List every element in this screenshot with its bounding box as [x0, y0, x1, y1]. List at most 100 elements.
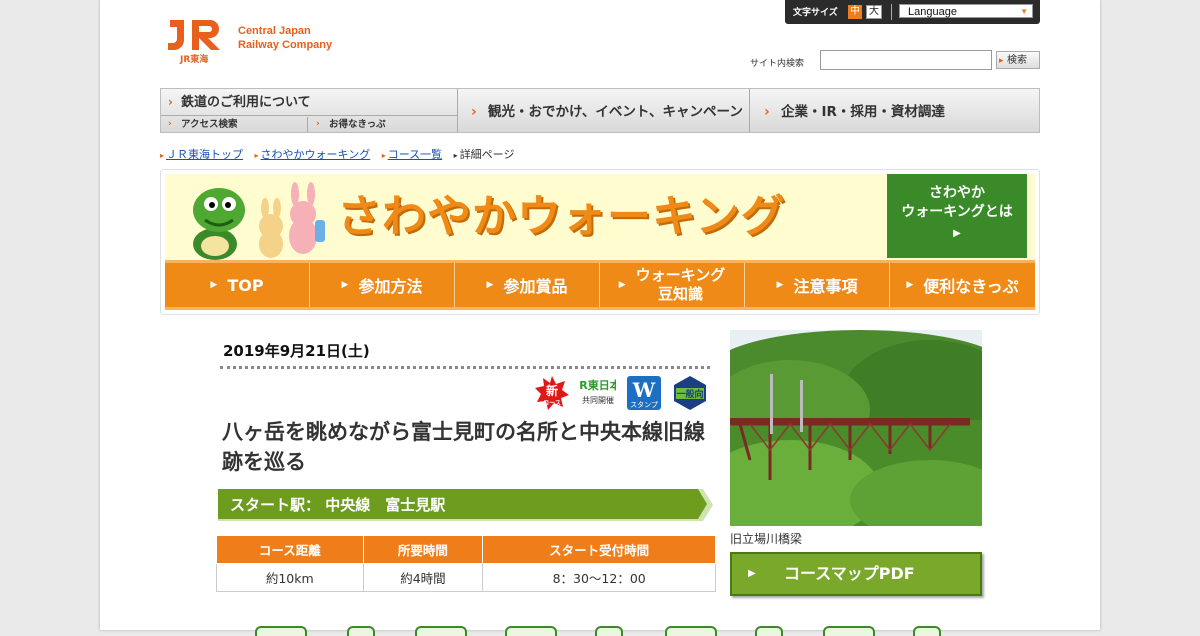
triangle-right-icon: ▶	[906, 280, 914, 290]
start-station-bar: スタート駅： 中央線 富士見駅	[218, 489, 713, 521]
tab-notes[interactable]: ▶ 注意事項	[745, 263, 890, 307]
header-distance: コース距離	[216, 535, 364, 564]
nav-access-search[interactable]: › アクセス検索	[161, 117, 308, 132]
logo-company-name: Central Japan Railway Company	[238, 24, 332, 52]
chevron-right-icon: ›	[168, 119, 172, 129]
svg-text:スタンプ: スタンプ	[630, 400, 658, 409]
breadcrumb-current: 詳細ページ	[459, 148, 515, 161]
divider	[891, 4, 892, 20]
tab-prizes[interactable]: ▶ 参加賞品	[455, 263, 600, 307]
svg-text:W: W	[632, 378, 656, 402]
global-nav: › 鉄道のご利用について › アクセス検索 › お得なきっぷ › 観光・おでかけ…	[160, 88, 1040, 133]
triangle-right-icon: ▶	[486, 280, 494, 290]
table-header-row: コース距離 所要時間 スタート受付時間	[216, 535, 716, 564]
triangle-right-icon: ▶	[953, 228, 961, 239]
tab-tickets[interactable]: ▶ 便利なきっぷ	[890, 263, 1035, 307]
walking-banner: さわやかウォーキング さわやか ウォーキングとは ▶ ▶ TOP ▶ 参加方法 ▶ 参…	[160, 169, 1040, 315]
chevron-right-icon: ›	[471, 104, 477, 120]
search-button[interactable]: 検索	[996, 51, 1040, 70]
banner-title: さわやかウォーキング	[337, 191, 786, 242]
arrow-icon: ▸	[453, 151, 458, 160]
font-size-medium-button[interactable]: 中	[848, 5, 862, 19]
nav-discount-tickets[interactable]: › お得なきっぷ	[309, 117, 457, 132]
breadcrumb: ▸ ＪＲ東海トップ ▸ さわやかウォーキング ▸ コース一覧 ▸ 詳細ページ	[160, 146, 514, 162]
cell-start-time: 8：30～12：00	[482, 563, 716, 592]
triangle-right-icon: ▶	[341, 280, 349, 290]
nav-tourism[interactable]: › 観光・おでかけ、イベント、キャンペーン	[458, 89, 750, 132]
bottom-tab[interactable]	[415, 626, 467, 636]
triangle-right-icon: ▶	[618, 279, 626, 290]
start-station-text: スタート駅： 中央線 富士見駅	[230, 496, 446, 514]
svg-text:一般向: 一般向	[676, 388, 703, 400]
nav-corporate[interactable]: › 企業・IR・採用・資材調達	[751, 89, 1039, 132]
logo-line-2: Railway Company	[238, 39, 333, 51]
svg-text:新: 新	[546, 383, 558, 398]
tab-tickets-label: 便利なきっぷ	[923, 277, 1019, 296]
arrow-icon: ▸	[381, 151, 386, 160]
tab-top-label: TOP	[227, 275, 264, 295]
general-course-badge-icon: 一般向	[674, 376, 706, 410]
nav-corporate-label: 企業・IR・採用・資材調達	[781, 104, 945, 120]
cell-distance: 約10km	[216, 563, 364, 592]
font-size-label: 文字サイズ	[793, 8, 838, 18]
tab-walking-tips-label: ウォーキング 豆知識	[636, 266, 726, 304]
svg-text:コース: コース	[543, 400, 561, 407]
divider	[220, 366, 710, 369]
course-info-table: コース距離 所要時間 スタート受付時間 約10km 約4時間 8：30～12：0…	[216, 535, 716, 592]
breadcrumb-jr-top[interactable]: ＪＲ東海トップ	[166, 148, 243, 161]
tab-top[interactable]: ▶ TOP	[165, 263, 310, 307]
banner-header: さわやかウォーキング さわやか ウォーキングとは ▶	[165, 174, 1035, 260]
bottom-tab[interactable]	[665, 626, 717, 636]
bottom-tab[interactable]	[823, 626, 875, 636]
jr-central-logo[interactable]: JR東海 Central Japan Railway Company	[166, 16, 356, 65]
table-row: 約10km 約4時間 8：30～12：00	[216, 563, 716, 592]
header-start-time: スタート受付時間	[482, 535, 716, 564]
utility-bar: 文字サイズ 中 大 Language ▼	[785, 0, 1040, 24]
svg-text:共同開催: 共同開催	[582, 395, 614, 405]
header-duration: 所要時間	[362, 535, 484, 564]
bottom-tabs	[255, 626, 955, 636]
bottom-tab[interactable]	[755, 626, 783, 636]
bridge-photo	[730, 330, 982, 526]
tab-walking-tips[interactable]: ▶ ウォーキング 豆知識	[600, 263, 745, 307]
triangle-right-icon: ▶	[776, 280, 784, 290]
banner-tabs: ▶ TOP ▶ 参加方法 ▶ 参加賞品 ▶ ウォーキング 豆知識 ▶ 注意事項 ▶ 便利なきっ…	[165, 260, 1035, 310]
bottom-tab[interactable]	[347, 626, 375, 636]
nav-rail-usage[interactable]: › 鉄道のご利用について	[161, 89, 457, 116]
svg-text:JR東日本: JR東日本	[580, 378, 616, 392]
triangle-right-icon: ▶	[748, 568, 756, 579]
tab-walking-tips-line2: 豆知識	[657, 285, 703, 303]
chevron-right-icon: ›	[316, 119, 320, 129]
arrow-icon: ▸	[160, 151, 165, 160]
about-line-1: さわやか	[929, 185, 985, 201]
tab-notes-label: 注意事項	[793, 277, 858, 296]
bottom-tab[interactable]	[505, 626, 557, 636]
logo-line-1: Central Japan	[238, 25, 311, 37]
font-size-large-button[interactable]: 大	[866, 5, 882, 19]
search-input[interactable]	[820, 50, 992, 70]
site-search-label: サイト内検索	[750, 59, 805, 69]
nav-tourism-label: 観光・おでかけ、イベント、キャンペーン	[488, 104, 743, 120]
tab-prizes-label: 参加賞品	[503, 277, 568, 296]
language-select-value: Language	[908, 6, 957, 18]
bottom-tab[interactable]	[255, 626, 307, 636]
course-map-pdf-button[interactable]: ▶ コースマップPDF	[730, 552, 982, 596]
breadcrumb-sawayaka[interactable]: さわやかウォーキング	[261, 148, 371, 161]
new-course-badge-icon: 新 コース	[535, 376, 569, 410]
cell-duration: 約4時間	[362, 563, 484, 592]
bottom-tab[interactable]	[913, 626, 941, 636]
about-walking-button[interactable]: さわやか ウォーキングとは ▶	[887, 174, 1027, 258]
bottom-tab[interactable]	[595, 626, 623, 636]
course-title: 八ヶ岳を眺めながら富士見町の名所と中央本線旧線跡を巡る	[222, 420, 705, 474]
language-select[interactable]: Language ▼	[899, 4, 1033, 18]
chevron-down-icon: ▼	[1020, 7, 1028, 16]
nav-discount-tickets-label: お得なきっぷ	[329, 119, 386, 130]
nav-access-search-label: アクセス検索	[181, 119, 238, 130]
nav-rail-usage-label: 鉄道のご利用について	[181, 95, 311, 110]
tab-how-to-join[interactable]: ▶ 参加方法	[310, 263, 455, 307]
gnav-rail-group: › 鉄道のご利用について › アクセス検索 › お得なきっぷ	[161, 89, 458, 132]
page: JR東海 Central Japan Railway Company 文字サイズ…	[100, 0, 1100, 636]
arrow-icon: ▸	[254, 151, 259, 160]
breadcrumb-course-list[interactable]: コース一覧	[388, 148, 442, 161]
tab-walking-tips-line1: ウォーキング	[635, 266, 726, 284]
